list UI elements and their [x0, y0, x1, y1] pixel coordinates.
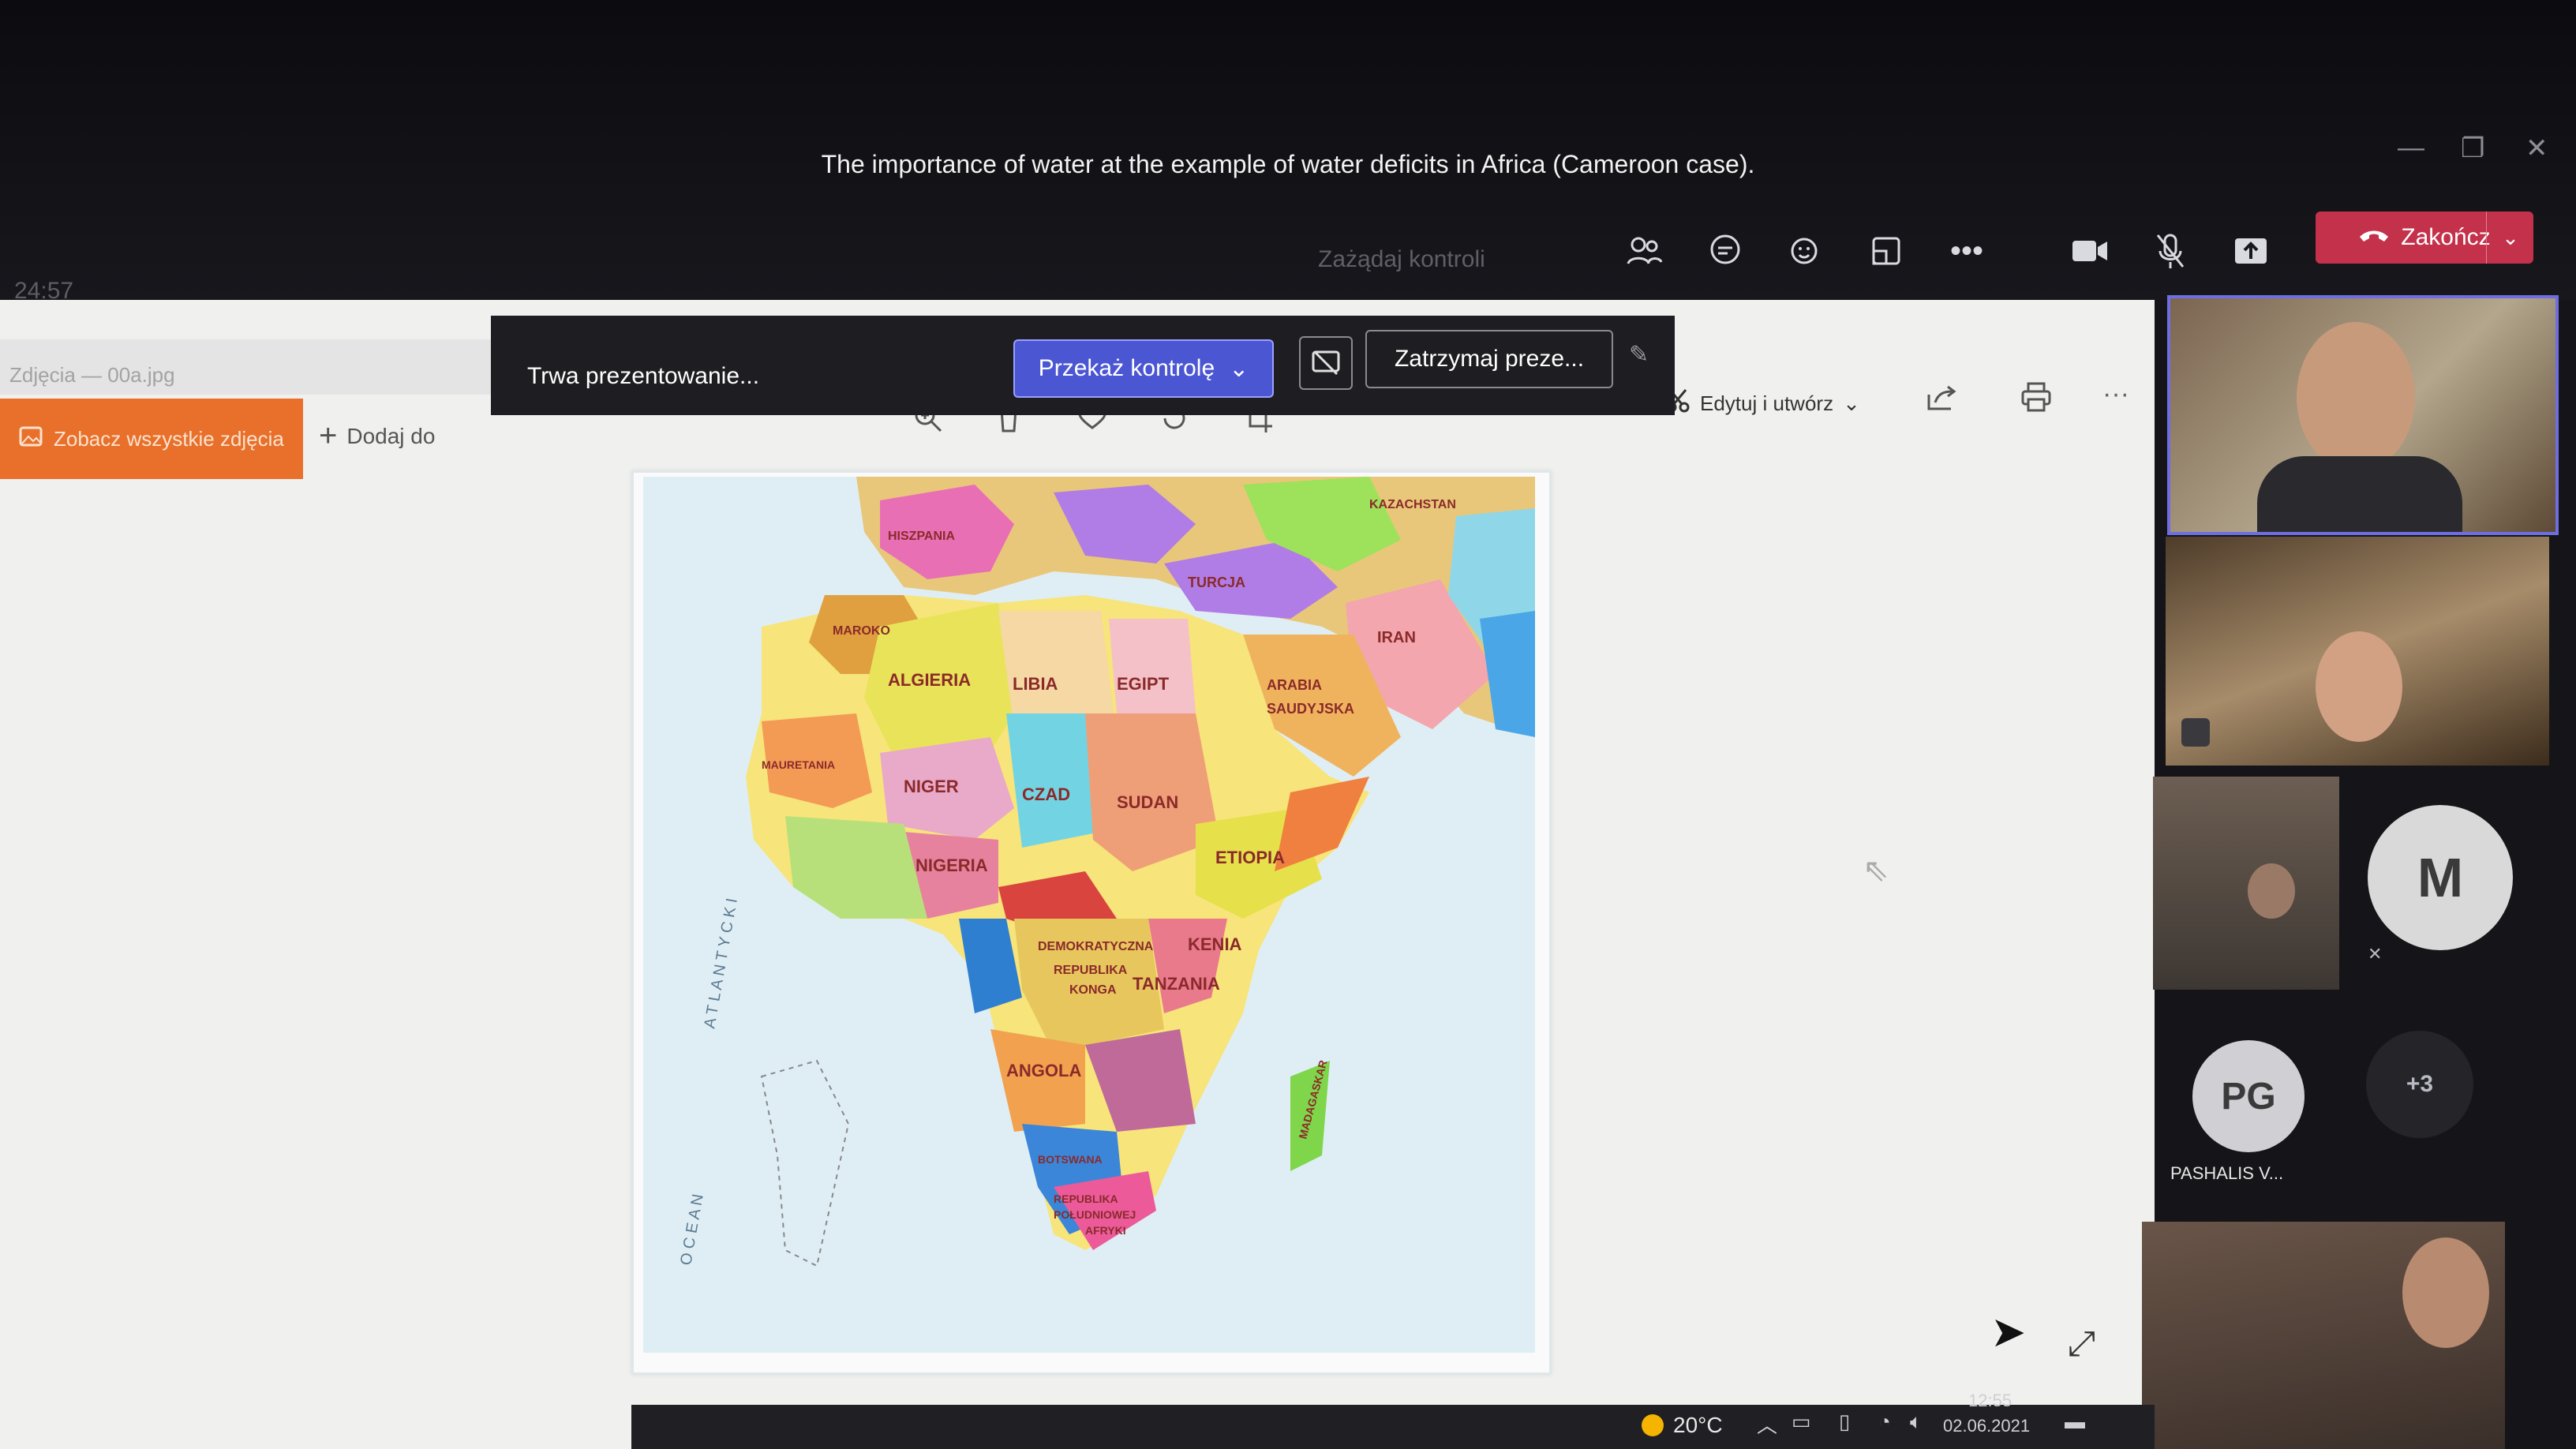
add-to-label: Dodaj do [346, 423, 436, 448]
map-label-libia: LIBIA [1013, 674, 1058, 694]
add-to-button[interactable]: + Dodaj do [319, 418, 435, 454]
map-label-saudyjska: SAUDYJSKA [1267, 701, 1354, 717]
participant-name-pg: PASHALIS V... [2170, 1163, 2284, 1183]
share-tray-icon[interactable] [2226, 226, 2276, 276]
clock-time: 12:55 [1968, 1391, 2012, 1410]
map-label-tanzania: TANZANIA [1133, 974, 1220, 994]
participant-video-2[interactable] [2166, 537, 2549, 766]
pin-icon[interactable]: ✎ [1629, 341, 1649, 369]
map-label-hiszpania: HISZPANIA [888, 530, 955, 543]
participant-face [2248, 863, 2295, 919]
edit-create-button[interactable]: Edytuj i utwórz ⌄ [1665, 388, 1860, 419]
participant-body [2257, 456, 2462, 532]
stop-sharing-icon[interactable] [1299, 336, 1353, 390]
participant-avatar-m[interactable]: M [2368, 805, 2513, 950]
map-label-kazachstan: KAZACHSTAN [1369, 498, 1456, 511]
map-label-nigeria: NIGERIA [915, 856, 988, 875]
participant-video-3[interactable] [2153, 777, 2339, 990]
map-label-botswana: BOTSWANA [1038, 1153, 1103, 1166]
map-label-iran: IRAN [1377, 629, 1416, 646]
phone-hangup-icon [2358, 224, 2390, 251]
map-label-czad: CZAD [1022, 784, 1070, 804]
give-control-chevron-icon: ⌄ [1229, 355, 1249, 382]
clock-date: 02.06.2021 [1943, 1416, 2031, 1436]
end-call-chevron-icon[interactable]: ⌄ [2486, 212, 2534, 264]
muted-mic-icon: ✕ [2368, 944, 2383, 964]
volume-icon[interactable]: 🔈︎ [1910, 1410, 1923, 1435]
expand-icon[interactable]: ⤢ [2068, 1324, 2095, 1364]
reactions-icon[interactable] [1780, 226, 1831, 276]
battery-icon[interactable]: ▯ [1839, 1410, 1850, 1434]
share-icon[interactable] [1926, 384, 1957, 419]
map-label-arabia: ARABIA [1267, 677, 1322, 693]
map-label-konga: KONGA [1069, 983, 1117, 997]
end-call-label: Zakończ [2401, 224, 2491, 250]
more-options-icon[interactable]: ••• [1941, 226, 1992, 276]
map-label-etiopia: ETIOPIA [1215, 848, 1285, 867]
presenting-status: Trwa prezentowanie... [527, 363, 760, 389]
map-label-poludniowej: POŁUDNIOWEJ [1054, 1208, 1136, 1221]
close-icon[interactable]: ✕ [2525, 133, 2548, 164]
map-label-algieria: ALGIERIA [888, 670, 971, 690]
edit-create-chevron-icon: ⌄ [1843, 391, 1860, 415]
restore-icon[interactable]: ❐ [2461, 133, 2484, 164]
mouse-cursor-icon: ➤ [1990, 1309, 2027, 1356]
temperature: 20°C [1673, 1413, 1723, 1437]
plus-icon: + [319, 418, 338, 453]
microphone-muted-icon[interactable] [2145, 226, 2196, 276]
participant-video-1[interactable] [2167, 295, 2559, 535]
weather-widget[interactable]: 20°C [1642, 1413, 1723, 1438]
notifications-icon[interactable]: ▬ [2065, 1410, 2085, 1434]
egypt-region [1109, 619, 1196, 713]
rooms-icon[interactable] [1861, 226, 1911, 276]
request-control-button[interactable]: Zażądaj kontroli [1318, 246, 1485, 273]
map-label-kenia: KENIA [1188, 934, 1242, 954]
print-icon[interactable] [2020, 382, 2052, 419]
map-label-afryki: AFRYKI [1085, 1224, 1126, 1237]
give-control-button[interactable]: Przekaż kontrolę ⌄ [1013, 339, 1274, 398]
map-label-demokratyczna: DEMOKRATYCZNA [1038, 940, 1154, 953]
map-label-angola: ANGOLA [1006, 1061, 1081, 1080]
sun-icon [1642, 1414, 1664, 1436]
participant-face [2402, 1237, 2489, 1348]
map-label-niger: NIGER [904, 777, 959, 796]
map-label-sudan: SUDAN [1117, 792, 1178, 812]
minimize-icon[interactable]: — [2398, 133, 2424, 163]
see-all-photos-label: Zobacz wszystkie zdjęcia [54, 426, 284, 451]
map-label-republika: REPUBLIKA [1054, 964, 1128, 977]
africa-political-map: ALGIERIA LIBIA EGIPT NIGER CZAD SUDAN NI… [643, 477, 1535, 1353]
map-label-turcja: TURCJA [1188, 575, 1245, 590]
wifi-icon[interactable]: ◔ [1878, 1410, 1891, 1434]
photos-icon [19, 426, 43, 452]
camera-icon[interactable] [2065, 226, 2115, 276]
chat-icon[interactable] [1700, 226, 1750, 276]
photos-window-title: Zdjęcia — 00a.jpg [9, 363, 175, 387]
map-label-mauretania: MAURETANIA [762, 758, 835, 771]
more-participants-button[interactable]: +3 [2366, 1031, 2473, 1138]
map-label-egipt: EGIPT [1117, 674, 1170, 694]
windows-taskbar [631, 1405, 2155, 1449]
meeting-title: The importance of water at the example o… [821, 150, 1755, 178]
stop-presenting-button[interactable]: Zatrzymaj preze... [1365, 330, 1613, 388]
see-all-photos-button[interactable]: Zobacz wszystkie zdjęcia [0, 399, 303, 479]
muted-mic-icon [2181, 718, 2210, 747]
participant-face [2297, 322, 2415, 472]
participant-video-4[interactable] [2142, 1222, 2505, 1449]
participant-face [2316, 631, 2402, 742]
map-label-republika-pd: REPUBLIKA [1054, 1193, 1118, 1205]
edit-create-label: Edytuj i utwórz [1700, 391, 1834, 415]
tray-chevron-icon[interactable]: ︿ [1757, 1410, 1777, 1439]
photos-more-icon[interactable]: ··· [2102, 379, 2129, 410]
pointer-cursor-icon: ⇖ [1863, 853, 1889, 888]
participant-avatar-pg[interactable]: PG [2192, 1040, 2305, 1152]
give-control-label: Przekaż kontrolę [1038, 355, 1215, 381]
people-icon[interactable] [1619, 226, 1670, 276]
map-label-maroko: MAROKO [833, 624, 890, 638]
network-icon[interactable]: ▭ [1792, 1410, 1811, 1434]
